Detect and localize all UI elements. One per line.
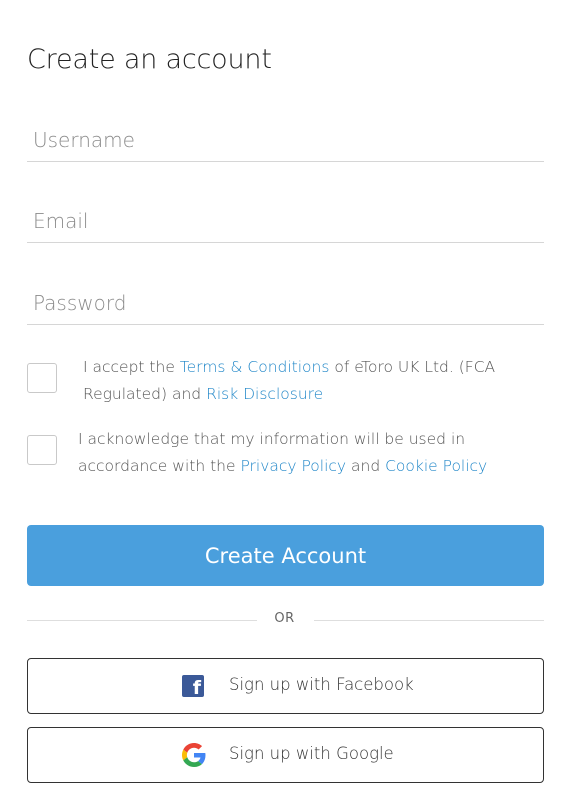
facebook-signup-label: Sign up with Facebook bbox=[229, 675, 414, 694]
privacy-policy-link[interactable]: Privacy Policy bbox=[240, 457, 346, 475]
facebook-icon: f bbox=[182, 675, 206, 699]
terms-conditions-link[interactable]: Terms & Conditions bbox=[180, 358, 330, 376]
google-signup-button[interactable]: Sign up with Google bbox=[27, 727, 544, 783]
page-title: Create an account bbox=[27, 44, 272, 75]
google-signup-label: Sign up with Google bbox=[229, 744, 394, 763]
google-icon bbox=[182, 743, 206, 767]
terms-prefix: I accept the bbox=[83, 358, 180, 376]
facebook-signup-button[interactable]: f Sign up with Facebook bbox=[27, 658, 544, 714]
password-input[interactable] bbox=[27, 281, 544, 325]
risk-disclosure-link[interactable]: Risk Disclosure bbox=[206, 385, 323, 403]
privacy-consent-text: I acknowledge that my information will b… bbox=[78, 426, 498, 480]
email-input[interactable] bbox=[27, 199, 544, 243]
create-account-button[interactable]: Create Account bbox=[27, 525, 544, 586]
terms-consent-text: I accept the Terms & Conditions of eToro… bbox=[83, 354, 523, 408]
privacy-checkbox[interactable] bbox=[27, 435, 57, 465]
privacy-middle: and bbox=[346, 457, 386, 475]
terms-checkbox[interactable] bbox=[27, 363, 57, 393]
or-separator: OR bbox=[274, 611, 295, 626]
cookie-policy-link[interactable]: Cookie Policy bbox=[385, 457, 487, 475]
username-input[interactable] bbox=[27, 118, 544, 162]
